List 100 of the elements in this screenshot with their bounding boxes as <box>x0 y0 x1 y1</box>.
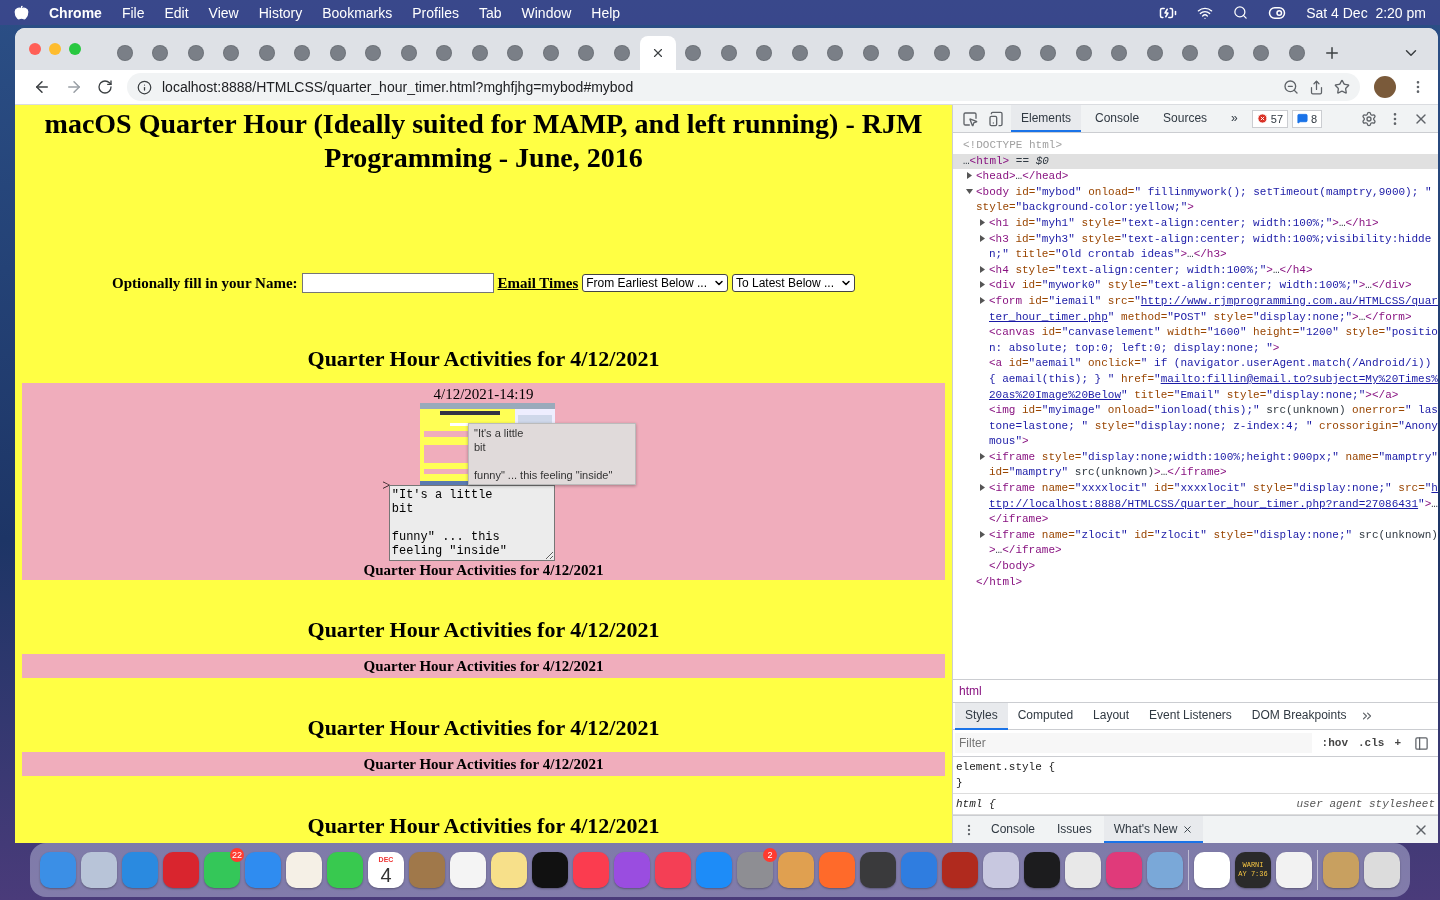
menu-item[interactable]: Edit <box>164 4 189 21</box>
apple-icon[interactable] <box>14 5 29 20</box>
favicon-icon <box>720 45 737 61</box>
zoom-icon[interactable] <box>1283 79 1299 95</box>
app-icon[interactable] <box>1364 852 1400 888</box>
share-icon[interactable] <box>1309 79 1324 95</box>
menu-item[interactable]: View <box>208 4 239 21</box>
rule-origin: user agent stylesheet <box>1296 797 1435 812</box>
css-brace: } <box>956 776 964 791</box>
menu-item[interactable]: History <box>258 4 303 21</box>
styles-tab[interactable]: Styles <box>955 702 1008 730</box>
back-icon[interactable] <box>33 78 51 96</box>
app-icon[interactable] <box>1024 852 1060 888</box>
code-line[interactable]: <h3 id="myh3" style="text-align:center; width:100%;visibility:hidden;" title="Old crontab ideas">…</h3> <box>979 231 1438 263</box>
app-icon[interactable] <box>450 852 486 888</box>
favicon-icon <box>1111 45 1128 61</box>
close-window-button[interactable] <box>29 43 41 55</box>
favicon-icon <box>542 45 559 61</box>
section-heading: Quarter Hour Activities for 4/12/2021 <box>306 616 661 644</box>
address-bar[interactable]: localhost:8888/HTMLCSS/quarter_hour_timer.html?mghfjhg=mybod#mybod <box>127 73 1360 101</box>
drawer-tab[interactable]: What's New <box>1103 816 1204 843</box>
close-icon[interactable] <box>1182 823 1194 835</box>
menu-item[interactable]: Bookmarks <box>322 4 393 21</box>
time-select[interactable]: From Earliest Below ... <box>582 274 728 292</box>
app-icon[interactable] <box>860 852 896 888</box>
forward-icon[interactable] <box>65 78 83 96</box>
app-icon[interactable] <box>532 852 568 888</box>
app-icon[interactable] <box>286 852 322 888</box>
styles-tab[interactable]: Event Listeners <box>1139 702 1242 730</box>
clock[interactable]: Sat 4 Dec 2:20 pm <box>1306 4 1426 21</box>
favicon-icon <box>862 45 879 61</box>
search-icon[interactable] <box>1233 5 1249 20</box>
app-icon[interactable] <box>81 852 117 888</box>
drawer-tab[interactable]: Console <box>981 816 1046 843</box>
code-line[interactable]: <iframe name="xxxxlocit" id="xxxxlocit" style="display:none;" src="http://localhost:8888/HTMLCSS/quarter_hour_timer.php?rand=27086431">… </iframe> <box>979 481 1438 528</box>
favicon-icon <box>933 45 950 61</box>
favicon-icon <box>1146 45 1163 61</box>
code-line[interactable]: <h4 style="text-align:center; width:100%;">…</h4> <box>979 262 1438 279</box>
menu-item[interactable]: Profiles <box>412 4 459 21</box>
menu-item[interactable]: File <box>121 4 145 21</box>
drawer-tab[interactable]: Issues <box>1047 816 1102 843</box>
app-icon[interactable] <box>491 852 527 888</box>
styles-tab[interactable]: Computed <box>1007 702 1084 730</box>
more-tabs-button[interactable]: » <box>1221 105 1248 132</box>
cls-toggle[interactable]: .cls <box>1358 737 1385 749</box>
reload-icon[interactable] <box>97 79 113 95</box>
time-select[interactable]: To Latest Below ... <box>731 274 856 292</box>
app-icon[interactable] <box>1194 852 1230 888</box>
devtools-tab[interactable]: Elements <box>1011 105 1082 132</box>
styles-tab[interactable]: DOM Breakpoints <box>1241 702 1357 730</box>
favicon-icon <box>613 45 630 61</box>
code-line[interactable]: <iframe style="display:none;width:100%;height:900px;" name="mamptry" id="mamptry" src(unknown)>…</iframe> <box>979 449 1438 482</box>
email-times-link[interactable]: Email Times <box>497 274 579 292</box>
app-icon[interactable] <box>983 852 1019 888</box>
band-caption: Quarter Hour Activities for 4/12/2021 <box>363 561 604 579</box>
message-count[interactable]: 8 <box>1292 109 1323 128</box>
code-line: </html> <box>975 574 1024 590</box>
favicon-icon <box>329 45 346 61</box>
code-line[interactable]: <head>…</head> <box>966 169 1438 185</box>
name-field[interactable] <box>301 273 494 293</box>
error-count[interactable]: 57 <box>1251 109 1289 128</box>
favicon-icon <box>898 45 915 61</box>
devtools-tab[interactable]: Sources <box>1153 105 1218 132</box>
menu-item[interactable]: Chrome <box>49 4 102 21</box>
page-title: macOS Quarter Hour (Ideally suited for MAMP, and left running) - RJM Programming - June, 2016 <box>43 107 924 175</box>
menu-item[interactable]: Help <box>591 4 621 21</box>
code-line[interactable]: <iframe name="zlocit" id="zlocit" style="display:none;" src(unknown) >…</iframe> <box>979 527 1438 560</box>
notification-badge: 2 <box>763 848 777 862</box>
code-line[interactable]: <a id="aemail" onclick=" if (navigator.userAgent.match(/Android/i)) { aemail(this); } " href="mailto:fillin@email.to?subject=My%20Times%20as%20Image%20Below" title="Email" style="display:none;"></a> <box>979 356 1438 404</box>
css-selector: element.style { <box>956 760 1056 775</box>
info-icon[interactable] <box>137 79 152 95</box>
favicon-icon <box>685 45 702 61</box>
favicon-icon <box>578 45 595 61</box>
filter-field[interactable]: Filter <box>955 733 1312 753</box>
devtools-tab[interactable]: Console <box>1085 105 1150 132</box>
note-area[interactable]: "It's a little bit funny" ... this feeling "inside" <box>388 485 555 561</box>
app-icon[interactable] <box>1065 852 1101 888</box>
code-line[interactable]: <h1 id="myh1" style="text-align:center; width:100%;">…</h1> <box>979 215 1438 232</box>
band-caption: Quarter Hour Activities for 4/12/2021 <box>363 755 604 773</box>
breadcrumb[interactable]: html <box>959 684 982 698</box>
new-rule-button[interactable]: + <box>1394 737 1401 749</box>
profile-avatar[interactable] <box>1374 76 1396 98</box>
hov-toggle[interactable]: :hov <box>1321 737 1348 749</box>
section-heading: Quarter Hour Activities for 4/12/2021 <box>306 714 661 742</box>
menu-item[interactable]: Window <box>521 4 572 21</box>
favicon-icon <box>258 45 275 61</box>
favicon-icon <box>471 45 488 61</box>
code-line[interactable]: <img id="myimage" onload="ionload(this);" src(unknown) onerror=" lastone=lastone; " style="display:none; z-index:4; " crossorigin="Anonymous"> <box>979 403 1438 450</box>
code-line[interactable]: <body id="mybod" onload=" fillinmywork(); setTimeout(mamptry,9000); " style="background-color:yellow;"> <box>966 184 1438 216</box>
code-line[interactable]: <form id="iemail" src="http://www.rjmprogramming.com.au/HTMLCSS/quarter_hour_timer.php" method="POST" style="display:none;">…</form> <box>979 293 1438 326</box>
code-line[interactable]: <canvas id="canvaselement" width="1600" height="1200" style="position: absolute; top:0; left:0; display:none; "> <box>979 325 1438 357</box>
app-icon[interactable] <box>1276 852 1312 888</box>
menu-item[interactable]: Tab <box>478 4 502 21</box>
section-heading: Quarter Hour Activities for 4/12/2021 <box>306 812 661 840</box>
bookmark-star-icon[interactable] <box>1334 79 1350 95</box>
code-line[interactable]: <div id="mywork0" style="text-align:center; width:100%;">…</div> <box>979 278 1438 294</box>
favicon-icon <box>1253 45 1270 61</box>
styles-tab[interactable]: Layout <box>1083 702 1140 730</box>
zoom-window-button[interactable] <box>69 43 81 55</box>
section-heading: Quarter Hour Activities for 4/12/2021 <box>306 345 661 373</box>
